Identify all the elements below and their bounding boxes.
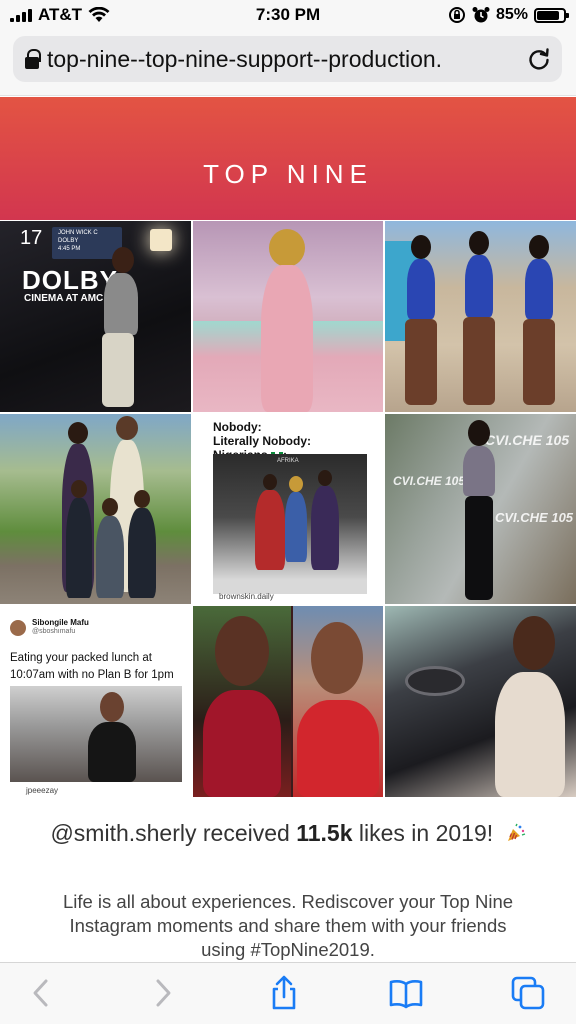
person-figure <box>485 616 571 797</box>
tweet-handle: @sboshımafu <box>32 628 76 635</box>
person-figure <box>255 229 319 412</box>
person-figure <box>84 692 140 782</box>
person-figure <box>511 235 567 405</box>
person-figure <box>203 616 281 797</box>
bookmarks-icon[interactable] <box>388 975 424 1011</box>
avatar <box>10 620 26 636</box>
marquee-line: DOLBY <box>58 238 79 244</box>
browser-address-area: top-nine--top-nine-support--production. <box>0 30 576 96</box>
tweet-text: Eating your packed lunch at 10:07am with… <box>10 652 174 681</box>
steering-wheel <box>405 666 465 696</box>
person-figure <box>283 476 309 576</box>
repost-credit: jpeeezay <box>26 786 59 795</box>
meme-line: Literally Nobody: <box>213 434 312 448</box>
address-bar[interactable]: top-nine--top-nine-support--production. <box>13 36 562 82</box>
status-right: 85% <box>448 4 569 26</box>
person-figure <box>393 235 449 405</box>
screen-number: 17 <box>20 227 43 249</box>
likes-summary: @smith.sherly received 11.5k likes in 20… <box>0 820 576 847</box>
person-figure <box>451 420 507 604</box>
back-icon[interactable] <box>24 975 60 1011</box>
reload-icon[interactable] <box>526 46 552 72</box>
summary-text: received <box>202 820 290 846</box>
description: Life is all about experiences. Rediscove… <box>62 891 514 960</box>
tabs-icon[interactable] <box>510 975 546 1011</box>
runway-banner: AFRIKA <box>277 458 299 464</box>
orientation-lock-icon <box>448 7 465 23</box>
tweet-author: Sibongile Mafu <box>32 618 89 627</box>
person-figure <box>88 247 148 412</box>
person-figure <box>92 498 128 598</box>
person-figure <box>297 622 379 797</box>
light-fixture <box>150 229 172 251</box>
grid-photo-4 <box>0 414 191 604</box>
top-nine-header: TOP NINE <box>0 97 576 220</box>
grid-photo-7: Sibongile Mafu @sboshımafu Eating your p… <box>0 606 191 797</box>
grid-photo-6: CVI.CHE 105 CVI.CHE 105 CVI.CHE 105 <box>385 414 576 604</box>
person-figure <box>124 490 160 598</box>
tweet-photo <box>10 686 182 782</box>
meme-line: Nobody: <box>213 420 262 434</box>
top-nine-grid: JOHN WICK C DOLBY 4:45 PM 17 DOLBY CINEM… <box>0 221 576 797</box>
person-figure <box>62 480 96 598</box>
username: @smith.sherly <box>50 820 197 846</box>
runway-photo: AFRIKA <box>213 454 367 594</box>
status-bar: AT&T 7:30 PM 85% <box>0 0 576 30</box>
url-text[interactable]: top-nine--top-nine-support--production. <box>47 46 503 73</box>
repost-credit: brownskin.daily <box>219 592 274 601</box>
person-figure <box>309 470 341 584</box>
page-title: TOP NINE <box>203 159 373 189</box>
person-figure <box>253 474 287 584</box>
share-icon[interactable] <box>266 975 302 1011</box>
grid-photo-3 <box>385 221 576 412</box>
likes-count: 11.5k <box>296 820 353 846</box>
grid-photo-5: Nobody: Literally Nobody: Nigerians : AF… <box>193 414 383 604</box>
forward-icon[interactable] <box>144 975 180 1011</box>
grid-photo-8 <box>193 606 383 797</box>
battery-icon <box>534 7 569 23</box>
battery-level <box>537 10 560 20</box>
marquee-line: JOHN WICK C <box>58 230 98 236</box>
alarm-icon <box>472 7 490 23</box>
grid-photo-9 <box>385 606 576 797</box>
grid-photo-2 <box>193 221 383 412</box>
grid-photo-1: JOHN WICK C DOLBY 4:45 PM 17 DOLBY CINEM… <box>0 221 191 412</box>
person-figure <box>451 231 507 405</box>
summary-text: likes in 2019! <box>358 820 494 846</box>
party-popper-icon <box>507 823 525 841</box>
lock-icon <box>25 49 41 69</box>
battery-percent: 85% <box>495 6 528 23</box>
browser-toolbar <box>0 962 576 1024</box>
